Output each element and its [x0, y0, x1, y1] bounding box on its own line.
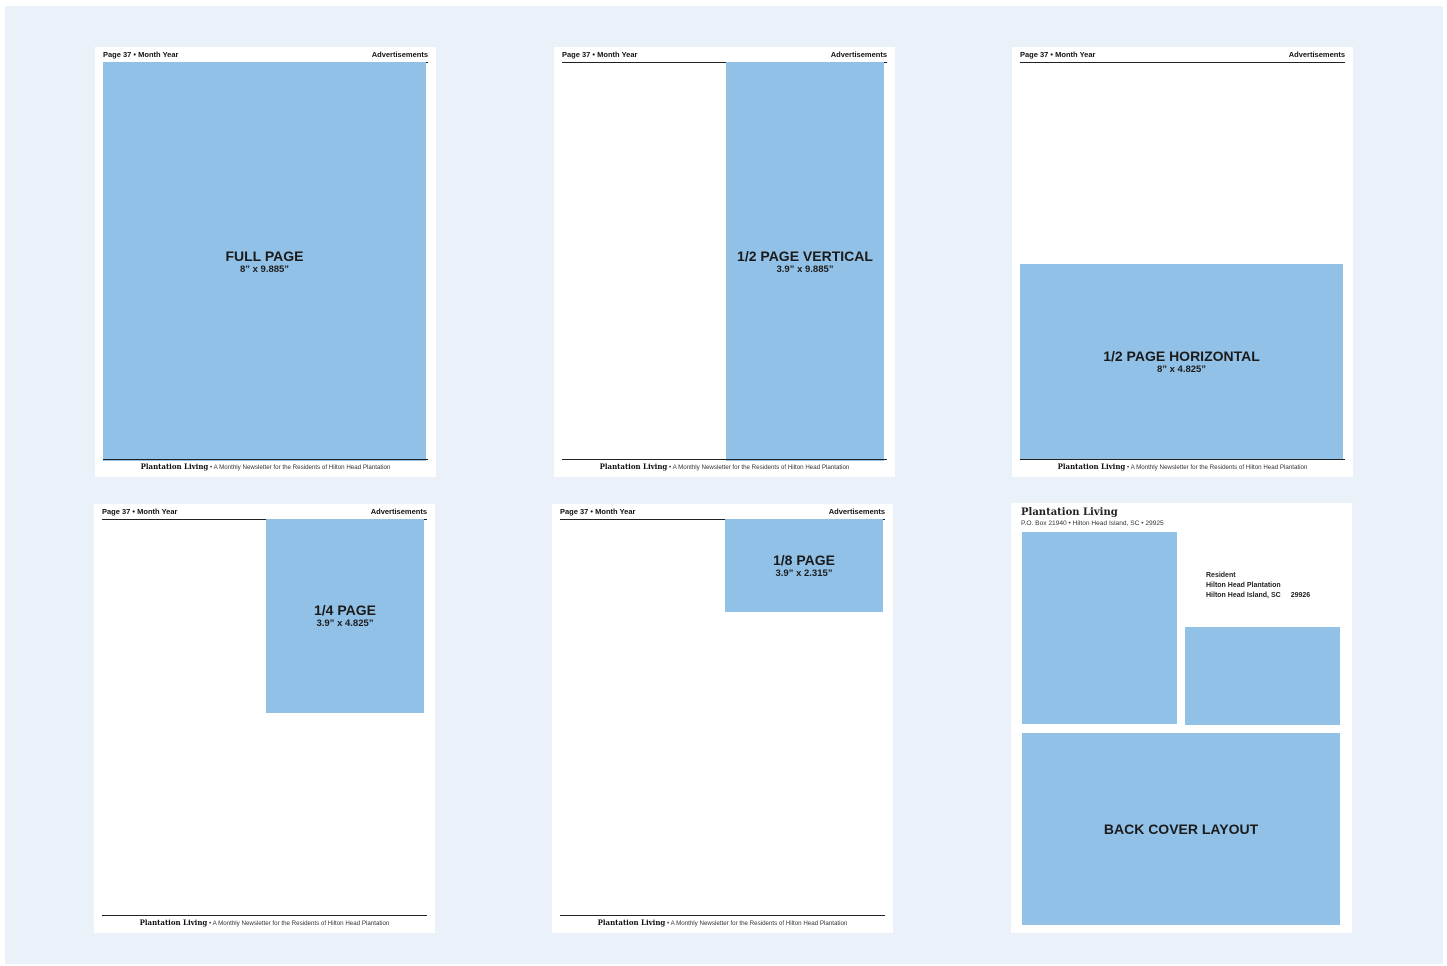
page-footer: Plantation Living • A Monthly Newsletter…	[103, 459, 428, 474]
ad-half-vertical[interactable]: 1/2 PAGE VERTICAL 3.9” x 9.885”	[726, 62, 884, 461]
section-label: Advertisements	[1288, 50, 1345, 59]
page-half-horizontal: Page 37 • Month Year Advertisements 1/2 …	[1012, 47, 1353, 477]
section-label: Advertisements	[828, 507, 885, 516]
page-footer: Plantation Living • A Monthly Newsletter…	[102, 915, 427, 930]
page-half-vertical: Page 37 • Month Year Advertisements 1/2 …	[554, 47, 895, 477]
page-number-label: Page 37 • Month Year	[560, 507, 636, 516]
ad-size: 3.9” x 2.315”	[775, 567, 833, 579]
page-footer: Plantation Living • A Monthly Newsletter…	[562, 459, 887, 474]
page-footer: Plantation Living • A Monthly Newsletter…	[560, 915, 885, 930]
ad-half-horizontal[interactable]: 1/2 PAGE HORIZONTAL 8” x 4.825”	[1020, 264, 1343, 460]
back-cover-masthead: Plantation Living	[1021, 507, 1118, 518]
section-label: Advertisements	[830, 50, 887, 59]
mailing-line-2: Hilton Head Plantation	[1206, 582, 1281, 589]
mailing-address: Resident Hilton Head Plantation Hilton H…	[1206, 571, 1310, 601]
footer-brand: Plantation Living	[597, 918, 666, 927]
layout-canvas: Page 37 • Month Year Advertisements FULL…	[5, 6, 1443, 964]
mailing-zip: 29926	[1290, 592, 1311, 599]
page-eighth: Page 37 • Month Year Advertisements 1/8 …	[552, 504, 893, 933]
page-number-label: Page 37 • Month Year	[1020, 50, 1096, 59]
ad-eighth-page[interactable]: 1/8 PAGE 3.9” x 2.315”	[725, 519, 883, 612]
footer-tagline: • A Monthly Newsletter for the Residents…	[665, 920, 848, 927]
ad-title: 1/2 PAGE VERTICAL	[737, 247, 873, 264]
footer-brand: Plantation Living	[139, 918, 208, 927]
page-full-page: Page 37 • Month Year Advertisements FULL…	[95, 47, 436, 477]
return-address: P.O. Box 21940 • Hilton Head Island, SC …	[1021, 520, 1164, 527]
page-number-label: Page 37 • Month Year	[562, 50, 638, 59]
section-label: Advertisements	[371, 50, 428, 59]
ad-full-page[interactable]: FULL PAGE 8” x 9.885”	[103, 62, 426, 461]
ad-title: FULL PAGE	[225, 247, 304, 264]
ad-title: 1/8 PAGE	[773, 551, 835, 568]
ad-title: BACK COVER LAYOUT	[1103, 820, 1259, 837]
page-footer: Plantation Living • A Monthly Newsletter…	[1020, 459, 1345, 474]
page-back-cover: Plantation Living P.O. Box 21940 • Hilto…	[1011, 503, 1352, 933]
ad-back-cover-bottom[interactable]: BACK COVER LAYOUT	[1022, 733, 1340, 925]
page-quarter: Page 37 • Month Year Advertisements 1/4 …	[94, 504, 435, 933]
footer-brand: Plantation Living	[1057, 462, 1126, 471]
mailing-line-3: Hilton Head Island, SC	[1206, 592, 1281, 599]
ad-back-cover-left-block[interactable]	[1022, 532, 1177, 724]
mailing-line-1: Resident	[1206, 572, 1236, 579]
footer-tagline: • A Monthly Newsletter for the Residents…	[1125, 464, 1308, 471]
page-number-label: Page 37 • Month Year	[102, 507, 178, 516]
ad-size: 8” x 9.885”	[239, 263, 290, 275]
ad-size: 8” x 4.825”	[1156, 364, 1207, 375]
page-header: Page 37 • Month Year Advertisements	[1020, 50, 1345, 63]
footer-tagline: • A Monthly Newsletter for the Residents…	[667, 464, 850, 471]
footer-brand: Plantation Living	[140, 462, 209, 471]
ad-size: 3.9” x 4.825”	[316, 618, 374, 629]
ad-title: 1/4 PAGE	[314, 602, 376, 618]
section-label: Advertisements	[370, 507, 427, 516]
ad-size: 3.9” x 9.885”	[776, 263, 834, 275]
footer-brand: Plantation Living	[599, 462, 668, 471]
page-number-label: Page 37 • Month Year	[103, 50, 179, 59]
ad-back-cover-right-block[interactable]	[1185, 627, 1340, 725]
ad-quarter-page[interactable]: 1/4 PAGE 3.9” x 4.825”	[266, 519, 424, 713]
footer-tagline: • A Monthly Newsletter for the Residents…	[207, 920, 390, 927]
footer-tagline: • A Monthly Newsletter for the Residents…	[208, 464, 391, 471]
ad-title: 1/2 PAGE HORIZONTAL	[1103, 348, 1260, 364]
